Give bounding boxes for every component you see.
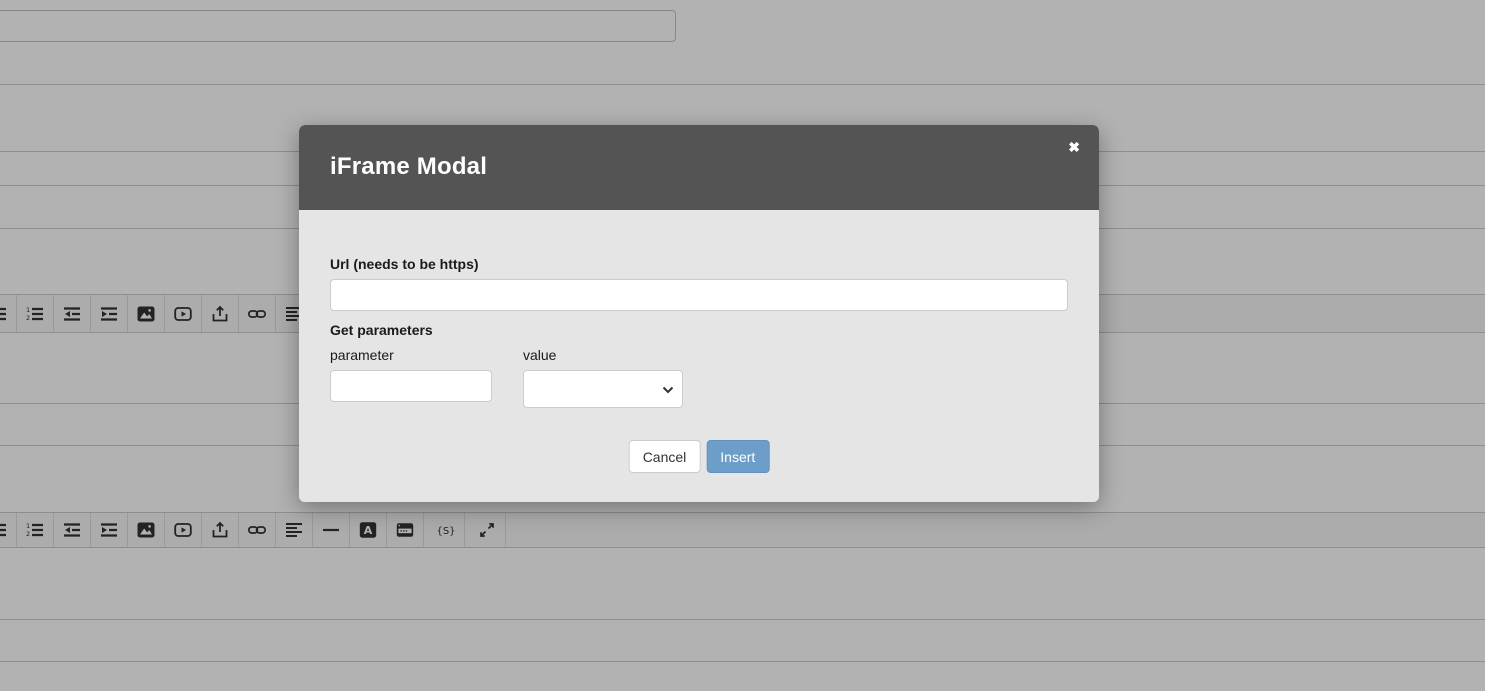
- url-label: Url (needs to be https): [330, 256, 479, 272]
- page: iFrame Modal ✖ Url (needs to be https) G…: [0, 0, 1485, 691]
- url-input[interactable]: [330, 279, 1068, 311]
- cancel-button[interactable]: Cancel: [629, 440, 701, 473]
- iframe-modal: iFrame Modal ✖ Url (needs to be https) G…: [299, 125, 1099, 502]
- close-icon[interactable]: ✖: [1064, 136, 1084, 158]
- insert-button[interactable]: Insert: [706, 440, 769, 473]
- parameter-label: parameter: [330, 347, 394, 363]
- value-label: value: [523, 347, 556, 363]
- modal-header: iFrame Modal ✖: [299, 125, 1099, 210]
- get-parameters-heading: Get parameters: [330, 322, 433, 338]
- modal-button-row: Cancel Insert: [629, 440, 770, 473]
- modal-body: Url (needs to be https) Get parameters p…: [299, 210, 1099, 502]
- parameter-input[interactable]: [330, 370, 492, 402]
- value-select[interactable]: [523, 370, 683, 408]
- modal-title: iFrame Modal: [330, 153, 1069, 181]
